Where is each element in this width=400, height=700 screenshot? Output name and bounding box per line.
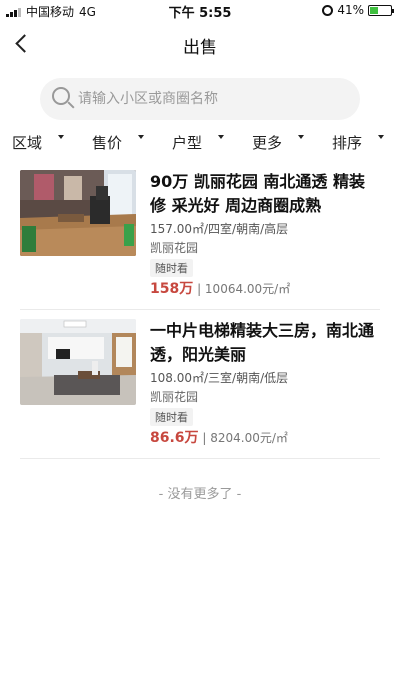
listing-photo-living-room <box>20 319 136 405</box>
battery-percent: 41% <box>337 3 364 17</box>
listing-price: 86.6万 <box>150 430 199 446</box>
listing-info: 90万 凯丽花园 南北通透 精装修 采光好 周边商圈成熟 157.00㎡/四室/… <box>150 170 380 298</box>
listing-item[interactable]: 一中片电梯精装大三房，南北通透，阳光美丽 108.00㎡/三室/朝南/低层 凯丽… <box>20 319 380 459</box>
listing-meta: 157.00㎡/四室/朝南/高层 <box>150 222 289 236</box>
listing-tag: 随时看 <box>150 259 193 277</box>
filter-area-label: 区域 <box>12 134 43 152</box>
dropdown-arrow-icon <box>298 135 304 139</box>
filter-area[interactable]: 区域 <box>12 132 64 153</box>
alarm-icon <box>322 4 334 16</box>
filter-price-label: 售价 <box>92 134 123 152</box>
filter-more-label: 更多 <box>252 134 283 152</box>
listing-tag: 随时看 <box>150 408 193 426</box>
filter-layout[interactable]: 户型 <box>172 132 224 153</box>
listing-title: 90万 凯丽花园 南北通透 精装修 采光好 周边商圈成熟 <box>150 172 365 215</box>
filter-bar: 区域 售价 户型 更多 排序 <box>0 132 400 154</box>
battery-fill <box>370 6 379 14</box>
list-divider <box>20 309 380 310</box>
filter-price[interactable]: 售价 <box>92 132 144 153</box>
listing-price-line: 86.6万 | 8204.00元/㎡ <box>150 429 380 447</box>
search-input[interactable] <box>78 78 348 120</box>
dropdown-arrow-icon <box>218 135 224 139</box>
listing-item[interactable]: 90万 凯丽花园 南北通透 精装修 采光好 周边商圈成熟 157.00㎡/四室/… <box>20 170 380 310</box>
list-divider <box>20 458 380 459</box>
listing-community: 凯丽花园 <box>150 390 199 404</box>
listing-meta: 108.00㎡/三室/朝南/低层 <box>150 371 289 385</box>
filter-layout-label: 户型 <box>172 134 203 152</box>
dropdown-arrow-icon <box>378 135 384 139</box>
nav-bar: 出售 <box>0 22 400 66</box>
search-bar[interactable] <box>40 78 360 120</box>
status-right: 41% <box>322 3 394 17</box>
listing-unit-price: | 8204.00元/㎡ <box>202 431 288 445</box>
status-bar: 中国移动 4G 下午 5:55 41% <box>0 0 400 21</box>
listing-price-line: 158万 | 10064.00元/㎡ <box>150 280 380 298</box>
filter-sort-label: 排序 <box>332 134 363 152</box>
search-icon <box>52 87 70 105</box>
dropdown-arrow-icon <box>58 135 64 139</box>
listing-info: 一中片电梯精装大三房，南北通透，阳光美丽 108.00㎡/三室/朝南/低层 凯丽… <box>150 319 380 447</box>
listing-unit-price: | 10064.00元/㎡ <box>197 282 291 296</box>
no-more-text: - 没有更多了 - <box>158 487 242 502</box>
filter-more[interactable]: 更多 <box>252 132 304 153</box>
battery-icon <box>368 4 394 16</box>
listing-title: 一中片电梯精装大三房，南北通透，阳光美丽 <box>150 321 375 364</box>
dropdown-arrow-icon <box>138 135 144 139</box>
page-title: 出售 <box>183 38 217 58</box>
listing-price: 158万 <box>150 281 194 297</box>
listing-community: 凯丽花园 <box>150 241 199 255</box>
listing-photo-living-room <box>20 170 136 256</box>
filter-sort[interactable]: 排序 <box>332 132 384 153</box>
